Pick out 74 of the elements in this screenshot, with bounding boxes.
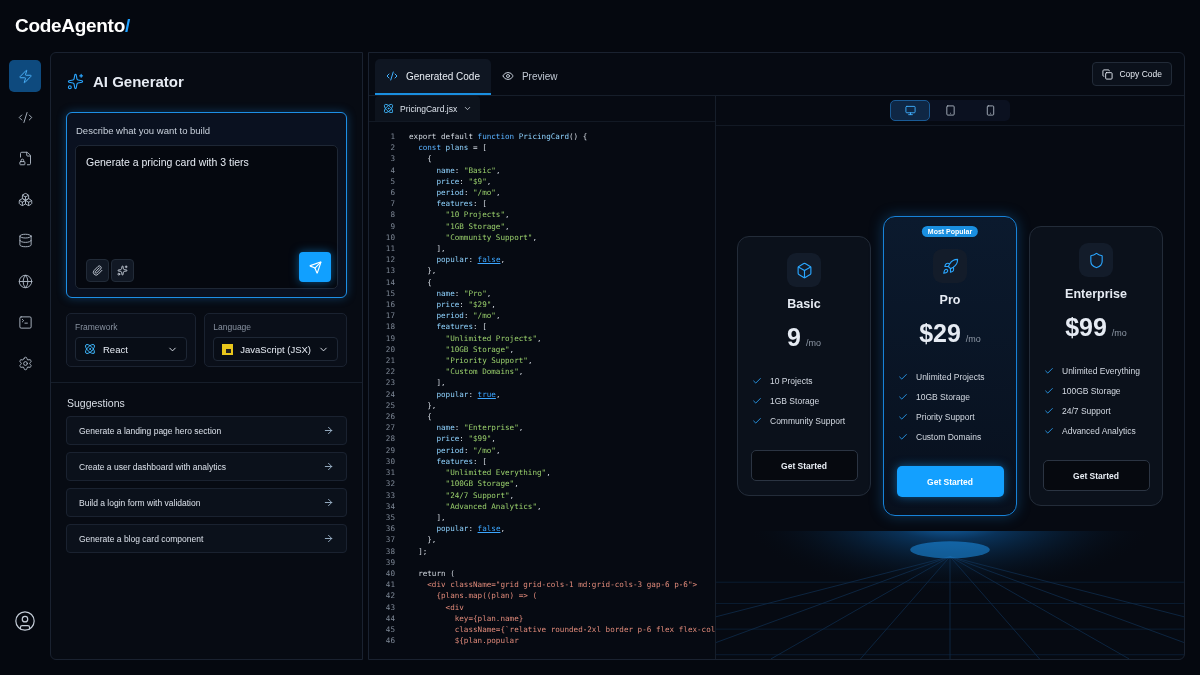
view-tab[interactable]: Preview xyxy=(490,59,569,95)
suggestion-item[interactable]: Create a user dashboard with analytics xyxy=(66,452,347,481)
prompt-label: Describe what you want to build xyxy=(76,125,212,136)
eye-icon xyxy=(501,70,514,82)
suggestion-item[interactable]: Build a login form with validation xyxy=(66,488,347,517)
send-icon xyxy=(308,260,322,274)
tablet-icon xyxy=(944,105,956,116)
get-started-button[interactable]: Get Started xyxy=(1042,460,1150,491)
app-logo: CodeAgento/ xyxy=(15,15,130,37)
framework-label: Framework xyxy=(75,322,119,332)
feature-text: 1GB Storage xyxy=(770,396,820,406)
price-period: /mo xyxy=(1111,328,1127,338)
file-tab[interactable]: PricingCard.jsx xyxy=(375,96,481,121)
javascript-icon xyxy=(222,343,234,355)
arrow-right-icon xyxy=(323,533,334,544)
terminal-icon xyxy=(17,314,33,330)
monitor-icon xyxy=(904,105,916,116)
code-icon xyxy=(17,109,33,125)
file-lock-icon xyxy=(17,150,33,166)
language-label: Language xyxy=(213,322,253,332)
language-select[interactable]: JavaScript (JSX) xyxy=(213,337,338,361)
suggestion-item[interactable]: Generate a landing page hero section xyxy=(66,416,347,445)
feature-text: Community Support xyxy=(770,416,846,426)
user-avatar-icon[interactable] xyxy=(14,610,36,632)
get-started-button[interactable]: Get Started xyxy=(750,450,858,481)
arrow-right-icon xyxy=(323,425,334,436)
feature-text: 10GB Storage xyxy=(916,392,970,402)
feature-text: 10 Projects xyxy=(770,376,813,386)
atom-icon xyxy=(383,103,394,114)
suggestions-heading: Suggestions xyxy=(67,397,126,409)
suggestion-item[interactable]: Generate a blog card component xyxy=(66,524,347,553)
settings-icon xyxy=(17,355,33,371)
framework-select[interactable]: React xyxy=(75,337,188,361)
feature-text: Custom Domains xyxy=(916,432,982,442)
smartphone-icon xyxy=(984,105,996,116)
arrow-right-icon xyxy=(323,461,334,472)
price-period: /mo xyxy=(965,334,981,344)
sparkles-icon xyxy=(67,73,84,90)
plan-price: $99 xyxy=(1065,313,1107,342)
copy-code-button[interactable]: Copy Code xyxy=(1092,62,1172,86)
feature-text: 100GB Storage xyxy=(1062,386,1121,396)
feature-text: Unlimited Projects xyxy=(916,372,985,382)
enhance-button[interactable] xyxy=(111,259,134,282)
lightning-icon xyxy=(17,68,33,84)
sparkles-icon xyxy=(117,265,128,276)
database-icon xyxy=(17,232,33,248)
feature-text: Unlimited Everything xyxy=(1062,366,1140,376)
plan-name: Pro xyxy=(939,293,961,307)
paperclip-icon xyxy=(92,265,103,276)
feature-text: Advanced Analytics xyxy=(1062,426,1136,436)
attach-button[interactable] xyxy=(86,259,109,282)
globe-icon xyxy=(17,273,33,289)
rocket-icon xyxy=(941,257,959,275)
plan-price: 9 xyxy=(787,323,801,352)
cube-icon xyxy=(795,261,813,279)
sidebar-nav-button[interactable] xyxy=(9,60,41,92)
feature-text: Priority Support xyxy=(916,412,975,422)
plan-name: Enterprise xyxy=(1065,287,1127,301)
monitor-view-button[interactable] xyxy=(890,100,930,121)
plan-name: Basic xyxy=(787,297,821,311)
send-button[interactable] xyxy=(299,252,331,282)
panel-title: AI Generator xyxy=(93,73,184,90)
atom-icon xyxy=(84,343,96,355)
chevron-down-icon xyxy=(463,104,473,113)
boxes-icon xyxy=(17,191,33,207)
price-period: /mo xyxy=(805,338,821,348)
arrow-right-icon xyxy=(323,497,334,508)
prompt-field[interactable]: Generate a pricing card with 3 tiers xyxy=(75,145,338,289)
plan-price: $29 xyxy=(919,319,961,348)
feature-text: 24/7 Support xyxy=(1062,406,1111,416)
code-icon xyxy=(386,70,398,82)
shield-icon xyxy=(1087,251,1105,269)
view-tab[interactable]: Generated Code xyxy=(375,59,491,95)
copy-icon xyxy=(1102,68,1114,80)
